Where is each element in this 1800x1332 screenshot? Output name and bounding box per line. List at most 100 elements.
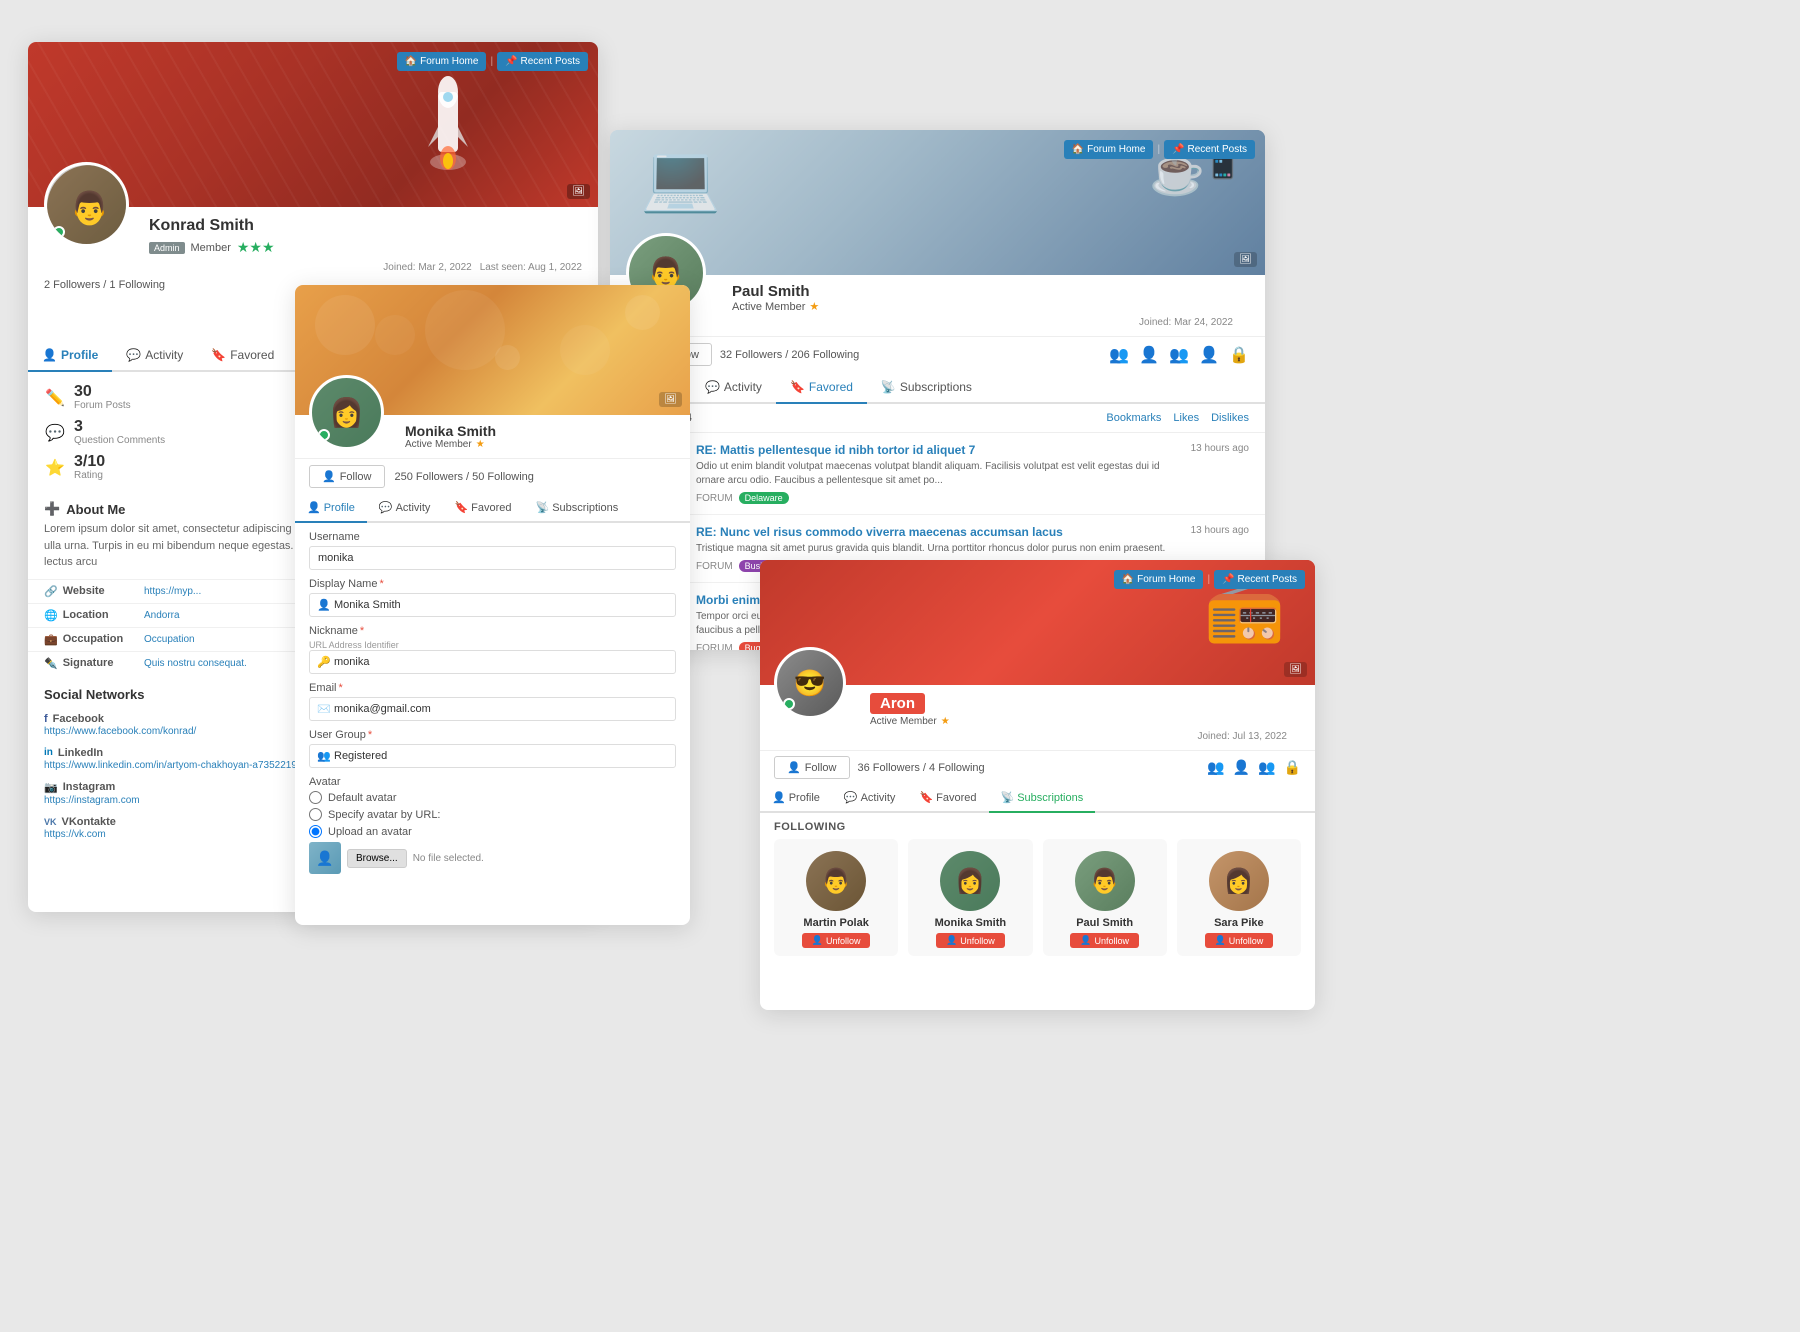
tab-profile[interactable]: 👤 Profile — [28, 340, 112, 372]
form-tab-activity[interactable]: 💬 Activity — [367, 494, 443, 523]
aron-recent-posts-btn[interactable]: 📌 Recent Posts — [1214, 570, 1305, 589]
bookmarks-action[interactable]: Bookmarks — [1106, 412, 1161, 424]
paul-tab-activity[interactable]: 💬 Activity — [691, 372, 776, 404]
paul-action-4[interactable]: 👤 — [1199, 345, 1219, 365]
aron-followers: 36 Followers / 4 Following — [858, 762, 985, 774]
recent-posts-btn[interactable]: 📌 Recent Posts — [497, 52, 588, 71]
martin-unfollow-btn[interactable]: 👤 Unfollow — [802, 933, 871, 948]
aron-tab-profile[interactable]: 👤 Profile — [760, 784, 832, 813]
avatar-thumb: 👤 — [309, 842, 341, 874]
username-input[interactable] — [309, 546, 676, 570]
avatar-upload-option[interactable]: Upload an avatar — [309, 825, 676, 838]
monika-followers: 250 Followers / 50 Following — [395, 471, 534, 483]
stat-forum-posts: ✏️ 30Forum Posts — [44, 384, 309, 411]
paul-banner-image-icon[interactable]: 🖼 — [1234, 252, 1257, 267]
form-row-nickname: Nickname * URL Address Identifier 🔑 — [309, 625, 676, 674]
paul-tab-subscriptions[interactable]: 📡 Subscriptions — [867, 372, 986, 404]
email-input[interactable] — [309, 697, 676, 721]
paul-forum-home-btn[interactable]: 🏠 Forum Home — [1064, 140, 1154, 159]
browse-button[interactable]: Browse... — [347, 849, 407, 868]
aron-favored-tab-icon: 🔖 — [919, 791, 933, 804]
unfollow-icon-martin: 👤 — [812, 935, 823, 946]
bookmark-time-1: 13 hours ago — [1191, 443, 1249, 504]
aron-banner-nav: 🏠 Forum Home | 📌 Recent Posts — [1114, 570, 1305, 589]
activity-form-tab-icon: 💬 — [379, 501, 393, 514]
paul-action-3[interactable]: 👥 — [1169, 345, 1189, 365]
nickname-input[interactable] — [309, 650, 676, 674]
paul-action-1[interactable]: 👥 — [1109, 345, 1129, 365]
display-name-input[interactable] — [309, 593, 676, 617]
aron-banner: 📻 🏠 Forum Home | 📌 Recent Posts 🖼 — [760, 560, 1315, 685]
aron-tab-activity[interactable]: 💬 Activity — [832, 784, 908, 813]
tab-activity[interactable]: 💬 Activity — [112, 340, 197, 372]
following-item-monika: 👩 Monika Smith 👤 Unfollow — [908, 839, 1032, 956]
paul-follow-name: Paul Smith — [1076, 917, 1133, 929]
monika-banner-image-icon[interactable]: 🖼 — [659, 392, 682, 407]
occupation-icon: 💼 — [44, 633, 58, 646]
aron-action-1[interactable]: 👥 — [1207, 759, 1224, 776]
online-status-dot — [53, 226, 65, 238]
aron-tab-subscriptions[interactable]: 📡 Subscriptions — [989, 784, 1096, 813]
form-row-avatar: Avatar Default avatar Specify avatar by … — [309, 776, 676, 874]
aron-action-2[interactable]: 👤 — [1233, 759, 1250, 776]
paul-unfollow-btn[interactable]: 👤 Unfollow — [1070, 933, 1139, 948]
dislikes-action[interactable]: Dislikes — [1211, 412, 1249, 424]
unfollow-icon-monika: 👤 — [946, 935, 957, 946]
form-tab-profile[interactable]: 👤 Profile — [295, 494, 367, 523]
aron-action-4[interactable]: 🔒 — [1284, 759, 1301, 776]
avatar-default-option[interactable]: Default avatar — [309, 791, 676, 804]
bookmark-row-1: BOOKMARK 🔖 RE: Mattis pellentesque id ni… — [610, 433, 1265, 515]
avatar-label: Avatar — [309, 776, 676, 788]
user-group-select[interactable]: Registered — [309, 744, 676, 768]
aron-joined: Joined: Jul 13, 2022 — [774, 727, 1301, 742]
posts-icon2: 📌 — [1172, 144, 1184, 155]
monika-star-icon: ★ — [476, 439, 485, 450]
paul-action-2[interactable]: 👤 — [1139, 345, 1159, 365]
aron-actions-bar: 👤 Follow 36 Followers / 4 Following 👥 👤 … — [760, 750, 1315, 784]
user-field-icon: 👤 — [317, 599, 331, 612]
aron-activity-tab-icon: 💬 — [844, 791, 858, 804]
favored-tab-icon: 🔖 — [211, 348, 226, 362]
paul-tab-favored[interactable]: 🔖 Favored — [776, 372, 867, 404]
paul-member-status: Active Member ★ — [732, 300, 1249, 313]
monika-avatar: 👩 — [309, 375, 384, 450]
form-tab-subscriptions[interactable]: 📡 Subscriptions — [524, 494, 631, 523]
banner-image-icon[interactable]: 🖼 — [567, 184, 590, 199]
paul-action-5[interactable]: 🔒 — [1229, 345, 1249, 365]
monika-unfollow-btn[interactable]: 👤 Unfollow — [936, 933, 1005, 948]
facebook-icon: f — [44, 713, 48, 725]
form-row-about-me: About Me B I 🔗 🖼 ↩ ↪ Lorem ipsum dolor s… — [309, 882, 676, 883]
paul-banner-nav: 🏠 Forum Home | 📌 Recent Posts — [1064, 140, 1255, 159]
tab-favored[interactable]: 🔖 Favored — [197, 340, 288, 372]
form-row-display-name: Display Name * 👤 — [309, 578, 676, 617]
aron-follow-btn[interactable]: 👤 Follow — [774, 756, 850, 779]
paul-tabs: 👤 Profile 💬 Activity 🔖 Favored 📡 Subscri… — [610, 372, 1265, 404]
monika-form-body: Username Display Name * 👤 Nickname * URL… — [295, 523, 690, 883]
avatar-url-option[interactable]: Specify avatar by URL: — [309, 808, 676, 821]
monika-edit-card: 🖼 👩 Monika Smith Active Member ★ 👤 Follo… — [295, 285, 690, 925]
aron-profile-card: 📻 🏠 Forum Home | 📌 Recent Posts 🖼 😎 Aron… — [760, 560, 1315, 1010]
home-icon: 🏠 — [405, 56, 417, 67]
forum-home-btn[interactable]: 🏠 Forum Home — [397, 52, 487, 71]
monika-follow-btn[interactable]: 👤 Follow — [309, 465, 385, 488]
unfollow-icon-sara: 👤 — [1215, 935, 1226, 946]
aron-tab-favored[interactable]: 🔖 Favored — [907, 784, 988, 813]
aron-action-3[interactable]: 👥 — [1258, 759, 1275, 776]
question-icon: 💬 — [44, 423, 66, 443]
aron-avatar: 😎 — [774, 647, 846, 719]
likes-action[interactable]: Likes — [1173, 412, 1199, 424]
sara-unfollow-btn[interactable]: 👤 Unfollow — [1205, 933, 1274, 948]
aron-banner-image-icon[interactable]: 🖼 — [1284, 662, 1307, 677]
about-icon: ➕ — [44, 501, 60, 517]
paul-recent-posts-btn[interactable]: 📌 Recent Posts — [1164, 140, 1255, 159]
nickname-sub: URL Address Identifier — [309, 640, 676, 650]
vk-icon: VK — [44, 817, 57, 827]
bookmark-title-2: RE: Nunc vel risus commodo viverra maece… — [696, 525, 1179, 539]
following-item-paul: 👨 Paul Smith 👤 Unfollow — [1043, 839, 1167, 956]
form-tab-favored[interactable]: 🔖 Favored — [442, 494, 523, 523]
form-row-email: Email * ✉️ — [309, 682, 676, 721]
following-grid: 👨 Martin Polak 👤 Unfollow 👩 Monika Smith… — [760, 839, 1315, 970]
paul-favored-tab-icon: 🔖 — [790, 380, 805, 394]
aron-forum-home-btn[interactable]: 🏠 Forum Home — [1114, 570, 1204, 589]
bookmark-title-1: RE: Mattis pellentesque id nibh tortor i… — [696, 443, 1179, 457]
